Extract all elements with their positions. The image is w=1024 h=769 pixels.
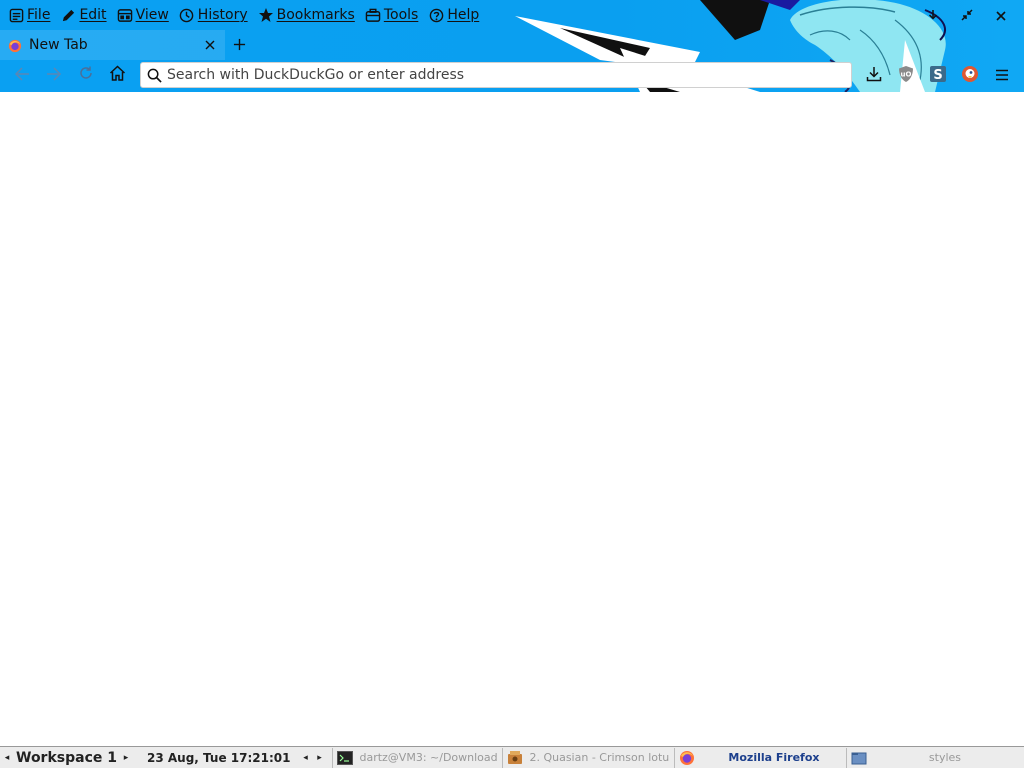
forward-button[interactable] [39,60,69,90]
menu-edit-label: Edit [79,7,107,23]
clock-icon [179,7,195,23]
task-prev-button[interactable]: ◂ [298,747,312,769]
firefox-icon [8,38,22,53]
window-controls [916,4,1018,26]
stylus-s-icon: S [929,65,947,87]
page-content[interactable] [0,92,1024,746]
firefox-icon [679,750,695,766]
menu-tools[interactable]: Tools [361,3,423,27]
address-bar[interactable] [140,62,852,88]
menu-file-label: File [27,7,51,23]
media-player-icon [507,750,523,766]
tab-close-button[interactable] [198,33,222,57]
task-label: Mozilla Firefox [728,751,820,764]
file-icon [8,7,24,23]
task-next-button[interactable]: ▸ [312,747,326,769]
menu-help[interactable]: Help [424,3,483,27]
menu-file[interactable]: File [4,3,54,27]
ublock-shield-icon: uO [897,65,915,87]
task-label: 2. Quasian - Crimson lotu [529,751,670,764]
menu-tools-label: Tools [383,7,419,23]
close-window-button[interactable] [984,4,1018,26]
close-icon [996,6,1006,25]
task-file-manager[interactable]: styles [846,747,1016,768]
arrow-left-icon: ◂ [4,752,10,763]
menu-history-label: History [197,7,248,23]
tab-title: New Tab [29,37,88,53]
menu-view[interactable]: View [113,3,173,27]
menu-view-label: View [135,7,169,23]
arrow-right-icon: ▸ [123,752,129,763]
clock: 23 Aug, Tue 17:21:01 [147,750,291,765]
svg-text:uO: uO [901,71,912,79]
taskbar: ◂ Workspace 1 ▸ 23 Aug, Tue 17:21:01 ◂ ▸… [0,746,1024,768]
hamburger-menu-icon [994,67,1010,86]
menu-bar: File Edit View History Bookmarks Tools H… [4,3,485,27]
download-icon [866,66,882,86]
back-button[interactable] [7,60,37,90]
downloads-button[interactable] [860,62,888,90]
svg-text:S: S [933,68,942,83]
toolbox-icon [365,7,381,23]
arrow-left-icon: ◂ [303,752,308,763]
new-tab-button[interactable] [226,33,252,57]
star-icon [258,7,274,23]
menu-bookmarks-label: Bookmarks [276,7,355,23]
browser-chrome: File Edit View History Bookmarks Tools H… [0,0,1024,92]
menu-history[interactable]: History [175,3,252,27]
task-terminal[interactable]: dartz@VM3: ~/Download [332,747,502,768]
tab-new-tab[interactable]: New Tab [0,30,225,60]
workspace-prev-button[interactable]: ◂ [0,747,14,769]
duckduckgo-icon [961,65,979,87]
ublock-origin-button[interactable]: uO [892,62,920,90]
reload-button[interactable] [71,60,101,90]
tab-strip: New Tab [0,30,1024,60]
arrow-right-icon: ▸ [317,752,322,763]
workspace-next-button[interactable]: ▸ [119,747,133,769]
menu-help-label: Help [447,7,480,23]
terminal-icon [337,750,354,766]
restore-button[interactable] [950,4,984,26]
app-menu-button[interactable] [988,62,1016,90]
view-icon [117,7,133,23]
minimize-button[interactable] [916,4,950,26]
menu-edit[interactable]: Edit [56,3,110,27]
back-arrow-icon [14,66,30,85]
task-label: styles [928,751,962,764]
task-media-player[interactable]: 2. Quasian - Crimson lotu [502,747,674,768]
reload-icon [78,65,94,85]
menu-bookmarks[interactable]: Bookmarks [254,3,359,27]
close-icon [205,40,215,50]
forward-arrow-icon [46,66,62,85]
home-icon [109,65,126,85]
stylus-extension-button[interactable]: S [924,62,952,90]
workspace-label[interactable]: Workspace 1 [14,750,119,766]
task-firefox[interactable]: Mozilla Firefox [674,747,846,768]
address-input[interactable] [167,64,851,86]
restore-icon [961,6,973,25]
home-button[interactable] [102,60,132,90]
search-icon [141,62,167,88]
duckduckgo-extension-button[interactable] [956,62,984,90]
folder-icon [851,750,867,766]
minimize-icon [927,6,939,25]
pencil-icon [60,7,76,23]
task-label: dartz@VM3: ~/Download [359,751,498,764]
plus-icon [233,36,246,55]
navigation-toolbar: uO S [0,60,1024,92]
help-icon [428,7,444,23]
